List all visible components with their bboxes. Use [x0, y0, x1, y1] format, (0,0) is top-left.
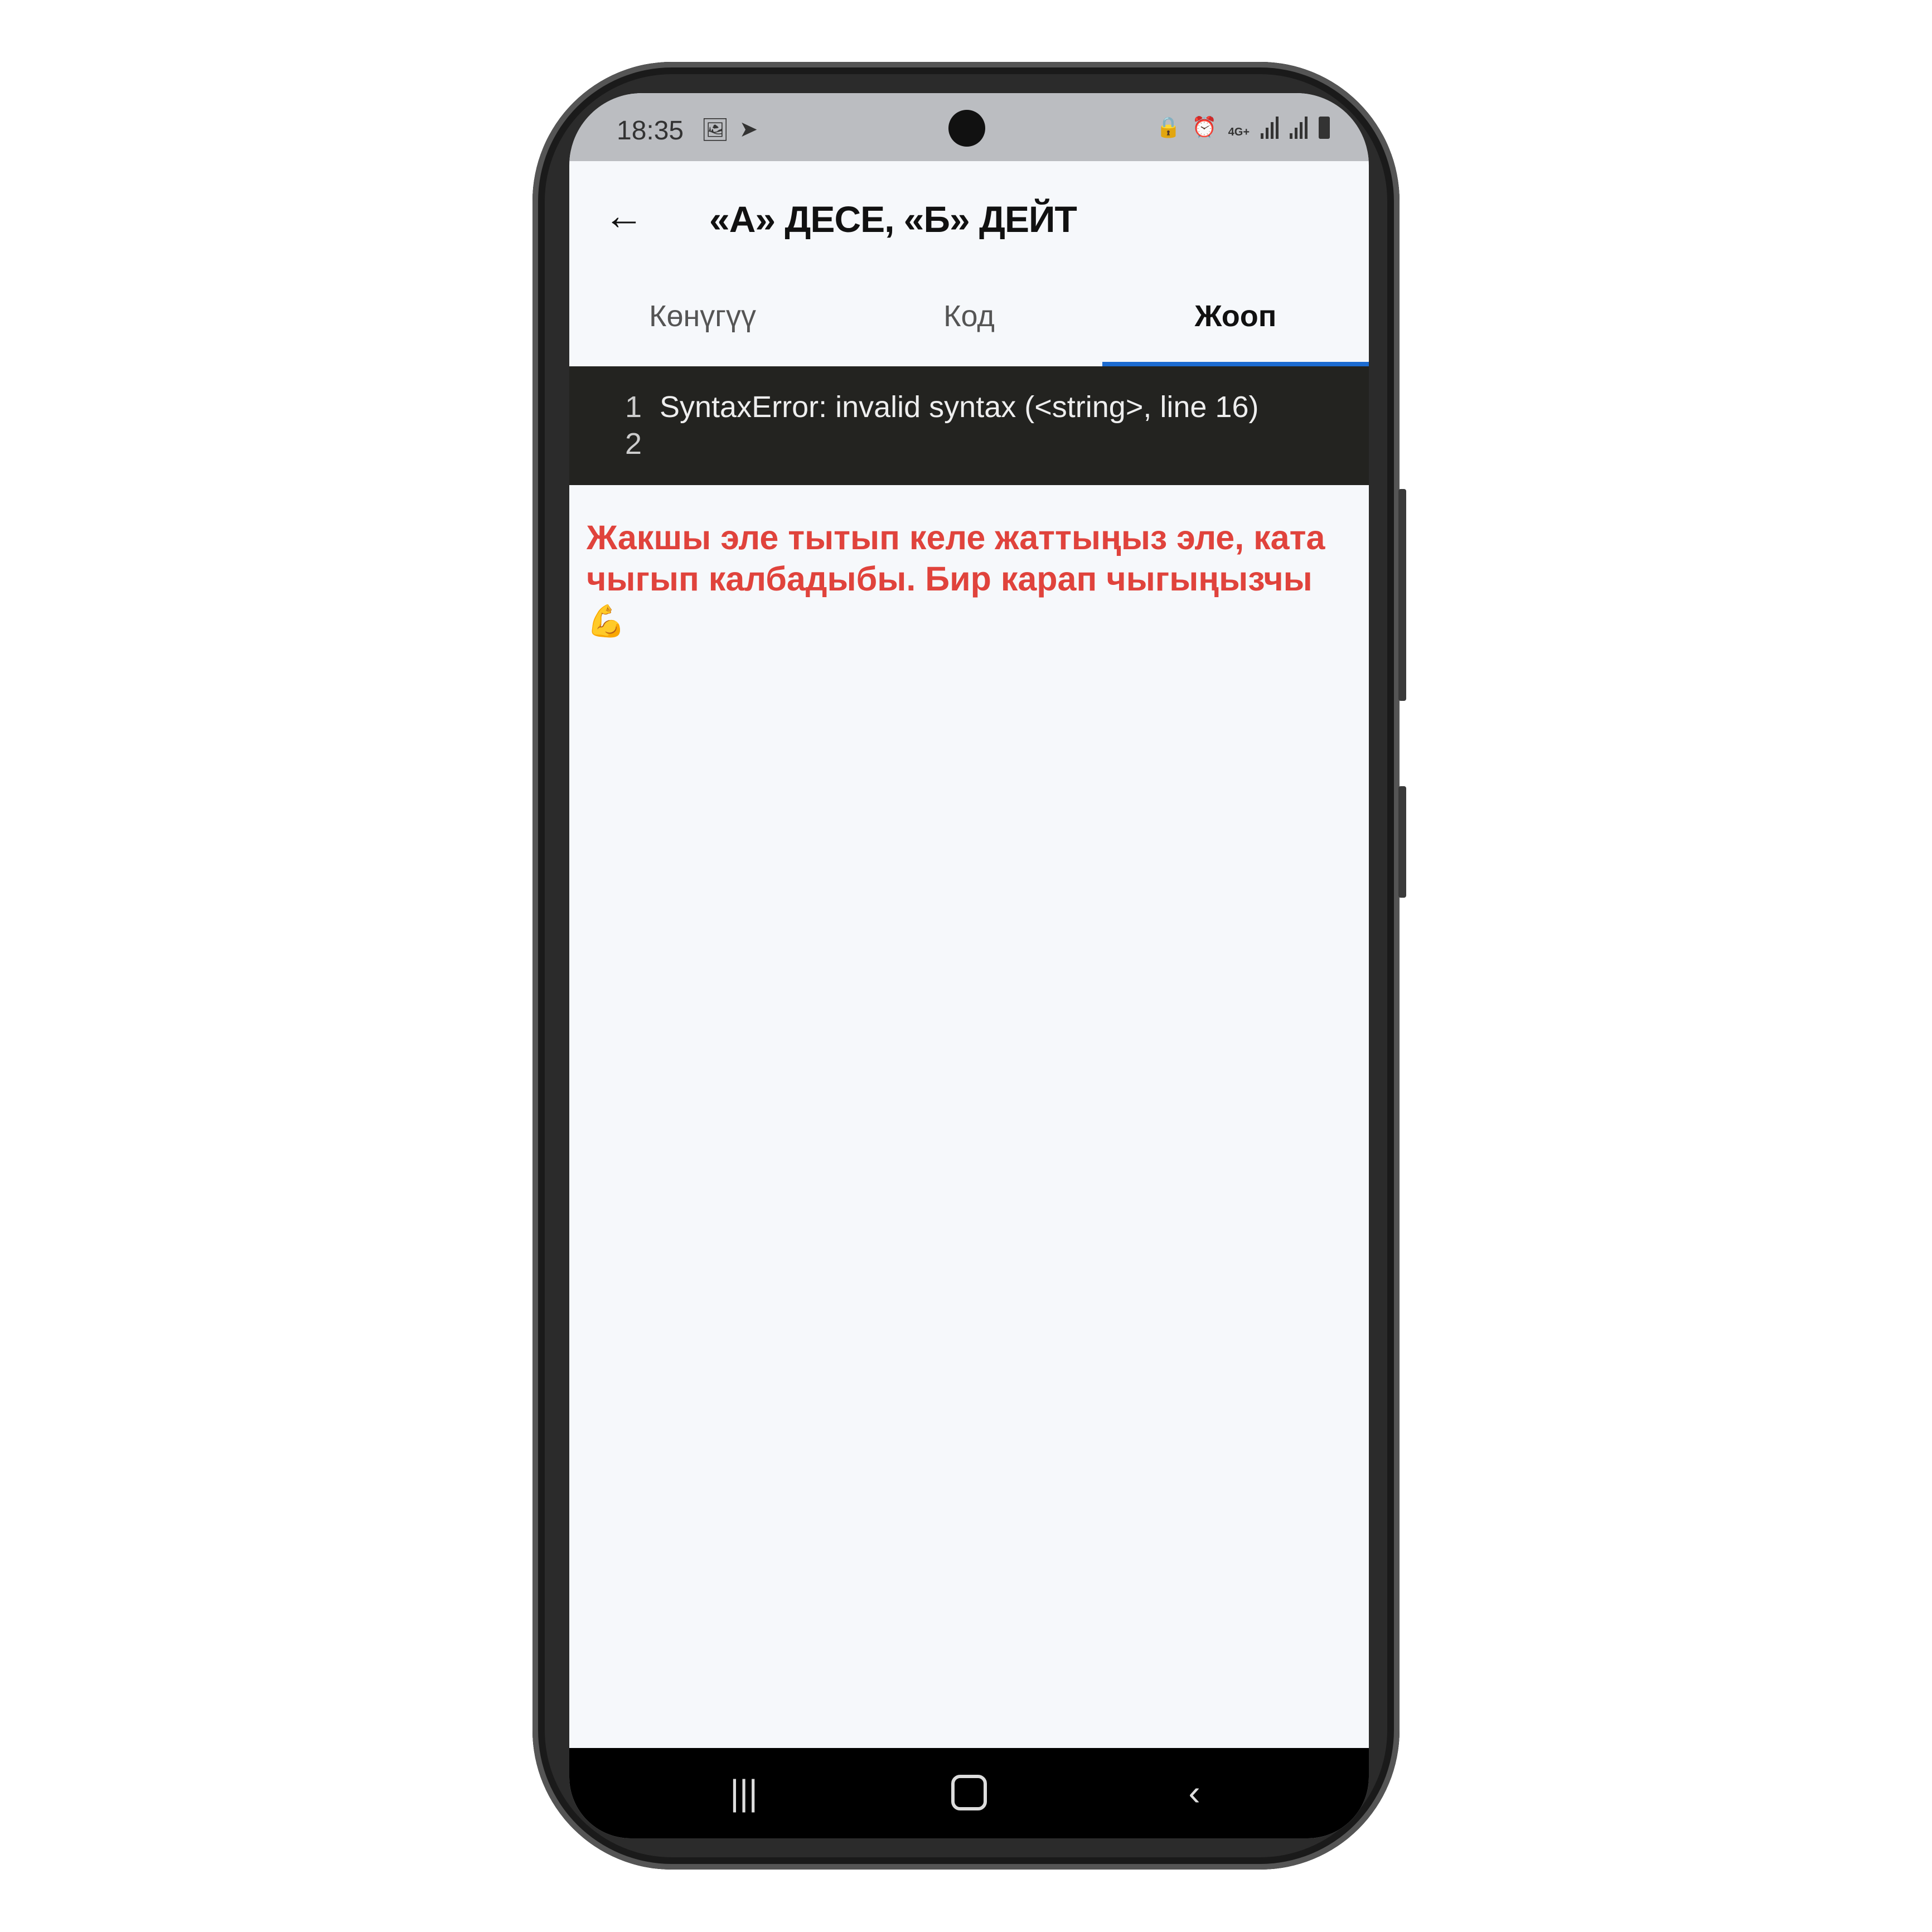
power-button [1398, 786, 1406, 898]
recents-icon[interactable]: ||| [716, 1770, 772, 1815]
battery-icon [1319, 117, 1330, 139]
tab-bar: Көнүгүү Код Жооп [569, 272, 1369, 366]
tab-code[interactable]: Код [836, 272, 1102, 366]
lock-icon: 🔒 [1155, 115, 1181, 138]
camera-icon [948, 110, 985, 147]
page-title: «А» ДЕСЕ, «Б» ДЕЙТ [709, 198, 1077, 240]
screen: 18:35 🖼 ➤ 🔒 ⏰ 4G+ ← «А» ДЕСЕ, «Б» ДЕЙТ К… [569, 93, 1369, 1838]
tab-exercise[interactable]: Көнүгүү [569, 272, 836, 366]
feedback-text: Жакшы эле тытып келе жаттыңыз эле, ката … [587, 519, 1325, 598]
feedback-message: Жакшы эле тытып келе жаттыңыз эле, ката … [587, 517, 1362, 642]
image-icon: 🖼 [701, 118, 729, 142]
4g-plus-icon: 4G+ [1228, 126, 1250, 138]
signal-icon [1261, 117, 1279, 139]
alarm-icon: ⏰ [1192, 115, 1217, 138]
nav-back-icon[interactable]: ‹ [1166, 1770, 1222, 1815]
tab-answer[interactable]: Жооп [1102, 272, 1369, 366]
volume-button [1398, 489, 1406, 701]
line-number: 2 [625, 427, 642, 461]
status-time: 18:35 [617, 116, 684, 146]
console-line: SyntaxError: invalid syntax (<string>, l… [660, 390, 1259, 424]
system-nav-bar: ||| ‹ [569, 1748, 1369, 1838]
home-icon[interactable] [941, 1770, 997, 1815]
telegram-icon: ➤ [739, 117, 758, 142]
status-bar: 18:35 🖼 ➤ 🔒 ⏰ 4G+ [569, 93, 1369, 161]
back-arrow-icon[interactable]: ← [604, 193, 648, 238]
app-bar: ← «А» ДЕСЕ, «Б» ДЕЙТ [569, 161, 1369, 273]
output-console: 1 SyntaxError: invalid syntax (<string>,… [569, 366, 1369, 485]
signal-icon [1290, 117, 1308, 139]
line-number: 1 [625, 390, 642, 424]
flexed-biceps-icon: 💪 [587, 603, 626, 638]
